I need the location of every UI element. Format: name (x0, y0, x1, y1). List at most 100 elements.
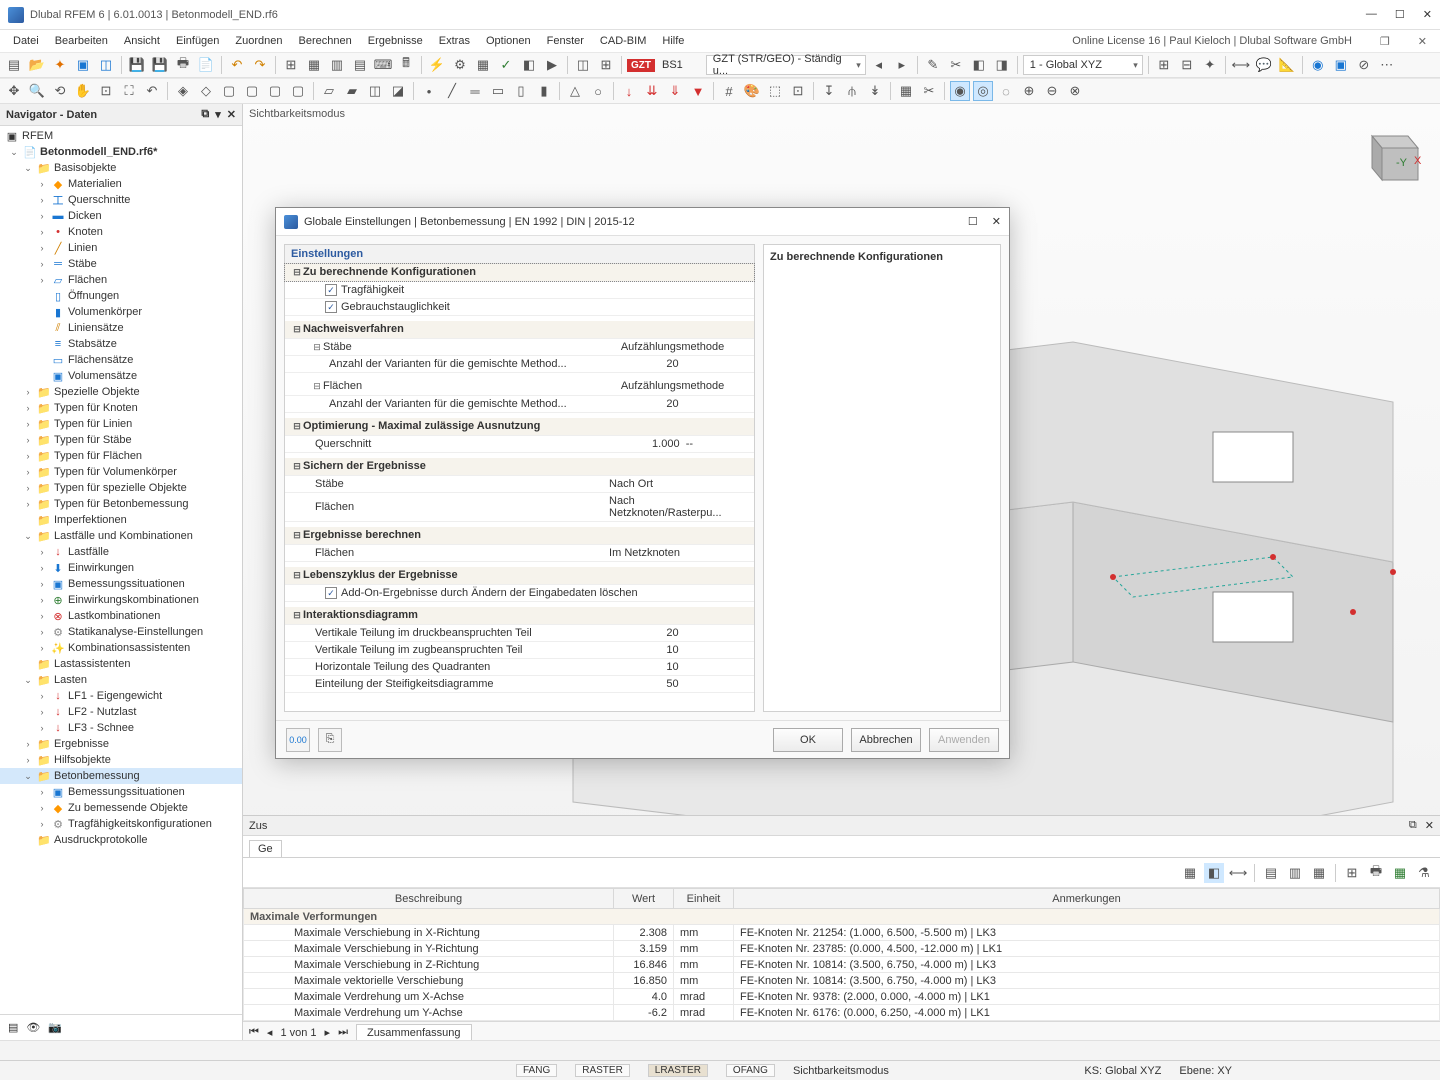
nav-tab-display-icon[interactable]: 👁 (26, 1021, 40, 1034)
move-icon[interactable]: ✥ (4, 81, 24, 101)
pager-tab[interactable]: Zusammenfassung (356, 1024, 472, 1041)
undo-icon[interactable]: ↶ (227, 55, 247, 75)
tables-tab[interactable]: Ge (249, 840, 282, 857)
zoomwin-icon[interactable]: ⊡ (96, 81, 116, 101)
pan-icon[interactable]: ✋ (73, 81, 93, 101)
close-icon[interactable]: ✕ (1423, 8, 1432, 21)
opening-icon[interactable]: ▯ (511, 81, 531, 101)
pager-last-icon[interactable]: ⏭ (338, 1026, 348, 1039)
view-x-icon[interactable]: ▢ (219, 81, 239, 101)
persp-icon[interactable]: ◇ (196, 81, 216, 101)
check-icon[interactable]: ✓ (496, 55, 516, 75)
dialog-titlebar[interactable]: Globale Einstellungen | Betonbemessung |… (276, 208, 1009, 236)
dim-icon[interactable]: ⟷ (1231, 55, 1251, 75)
nav-tab-data-icon[interactable]: ▤ (8, 1021, 18, 1034)
ok-button[interactable]: OK (773, 728, 843, 752)
results-nav-icon[interactable]: ▥ (327, 55, 347, 75)
surface-icon[interactable]: ▭ (488, 81, 508, 101)
clip-icon[interactable]: ✂ (919, 81, 939, 101)
cube-icon[interactable]: ▣ (1331, 55, 1351, 75)
window-new-icon[interactable]: ◫ (573, 55, 593, 75)
panel-icon[interactable]: ▤ (350, 55, 370, 75)
snap-fang[interactable]: FANG (516, 1064, 557, 1077)
load-dist-icon[interactable]: ⫛ (842, 81, 862, 101)
settings-property-grid[interactable]: Einstellungen ⊟Zu berechnende Konfigurat… (284, 244, 755, 712)
pager-first-icon[interactable]: ⏮ (249, 1026, 259, 1039)
tbl-btn1-icon[interactable]: ▦ (1180, 863, 1200, 883)
defaults-button[interactable]: ⎘ (318, 728, 342, 752)
mdi-close-icon[interactable]: ✕ (1411, 33, 1434, 50)
mdi-restore-icon[interactable]: ❐ (1373, 33, 1397, 50)
tbl-btn3-icon[interactable]: ⟷ (1228, 863, 1248, 883)
tbl-btn2-icon[interactable]: ◧ (1204, 863, 1224, 883)
vis1-icon[interactable]: ◉ (950, 81, 970, 101)
animate-icon[interactable]: ▶ (542, 55, 562, 75)
col-wert[interactable]: Wert (614, 889, 674, 909)
select-icon[interactable]: ⬚ (765, 81, 785, 101)
lineload-icon[interactable]: ⇊ (642, 81, 662, 101)
model-icon[interactable]: ◫ (96, 55, 116, 75)
fe-mesh-icon[interactable]: ▦ (473, 55, 493, 75)
color-icon[interactable]: 🎨 (742, 81, 762, 101)
tbl-print-icon[interactable]: 🖶 (1366, 863, 1386, 883)
maximize-icon[interactable]: ☐ (1395, 8, 1405, 21)
redo-icon[interactable]: ↷ (250, 55, 270, 75)
line-icon[interactable]: ╱ (442, 81, 462, 101)
more-icon[interactable]: ⋯ (1377, 55, 1397, 75)
results-table[interactable]: BeschreibungWertEinheitAnmerkungen Maxim… (243, 888, 1440, 1021)
calc-params-icon[interactable]: ⚙ (450, 55, 470, 75)
prev-lc-icon[interactable]: ◂ (869, 55, 889, 75)
menu-berechnen[interactable]: Berechnen (292, 33, 359, 49)
support-icon[interactable]: △ (565, 81, 585, 101)
view-y-icon[interactable]: ▢ (242, 81, 262, 101)
filter2-icon[interactable]: ✂ (946, 55, 966, 75)
filter3-icon[interactable]: ◧ (969, 55, 989, 75)
arrange-icon[interactable]: ⊞ (596, 55, 616, 75)
units-button[interactable]: 0.00 (286, 728, 310, 752)
grid-icon[interactable]: ⊞ (1154, 55, 1174, 75)
nav-pin-icon[interactable]: ⧉ (201, 108, 209, 121)
grid2-icon[interactable]: ⊟ (1177, 55, 1197, 75)
console-icon[interactable]: ⌨ (373, 55, 393, 75)
menu-optionen[interactable]: Optionen (479, 33, 538, 49)
vis6-icon[interactable]: ⊗ (1065, 81, 1085, 101)
checkbox-tragfaehigkeit[interactable]: ✓ (325, 284, 337, 296)
pager-prev-icon[interactable]: ◂ (267, 1026, 273, 1039)
view-opp-icon[interactable]: ▢ (288, 81, 308, 101)
saveall-icon[interactable]: 💾 (150, 55, 170, 75)
surfload-icon[interactable]: ▼ (688, 81, 708, 101)
menu-ergebnisse[interactable]: Ergebnisse (361, 33, 430, 49)
pager-next-icon[interactable]: ▸ (325, 1026, 331, 1039)
iso-icon[interactable]: ◈ (173, 81, 193, 101)
menu-hilfe[interactable]: Hilfe (655, 33, 691, 49)
nodeload-icon[interactable]: ↓ (619, 81, 639, 101)
save-icon[interactable]: 💾 (127, 55, 147, 75)
navigator-tree[interactable]: ▣RFEM ⌄📄Betonmodell_END.rf6* ⌄📁Basisobje… (0, 126, 242, 1014)
comment-icon[interactable]: 💬 (1254, 55, 1274, 75)
menu-fenster[interactable]: Fenster (540, 33, 591, 49)
tables-pin-icon[interactable]: ⧉ (1409, 819, 1417, 832)
view-icon[interactable]: ◉ (1308, 55, 1328, 75)
calc-all-icon[interactable]: ⚡ (427, 55, 447, 75)
next-lc-icon[interactable]: ▸ (892, 55, 912, 75)
menu-bearbeiten[interactable]: Bearbeiten (48, 33, 115, 49)
navigator-icon[interactable]: ⊞ (281, 55, 301, 75)
trans-icon[interactable]: ◫ (365, 81, 385, 101)
col-beschreibung[interactable]: Beschreibung (244, 889, 614, 909)
new-icon[interactable]: ▤ (4, 55, 24, 75)
prevview-icon[interactable]: ↶ (142, 81, 162, 101)
tables-close-icon[interactable]: ✕ (1425, 819, 1434, 832)
nav-close-icon[interactable]: ✕ (227, 108, 236, 121)
menu-einfuegen[interactable]: Einfügen (169, 33, 226, 49)
nav-tab-views-icon[interactable]: 📷 (48, 1021, 62, 1034)
menu-extras[interactable]: Extras (432, 33, 477, 49)
snap-raster[interactable]: RASTER (575, 1064, 630, 1077)
filter1-icon[interactable]: ✎ (923, 55, 943, 75)
checkbox-gebrauchstauglichkeit[interactable]: ✓ (325, 301, 337, 313)
tbl-btn5-icon[interactable]: ▥ (1285, 863, 1305, 883)
menu-zuordnen[interactable]: Zuordnen (228, 33, 289, 49)
print-icon[interactable]: 🖶 (173, 55, 193, 75)
solid-obj-icon[interactable]: ▮ (534, 81, 554, 101)
col-einheit[interactable]: Einheit (674, 889, 734, 909)
loadcase-dropdown[interactable]: GZT (STR/GEO) - Ständig u... (706, 55, 866, 75)
